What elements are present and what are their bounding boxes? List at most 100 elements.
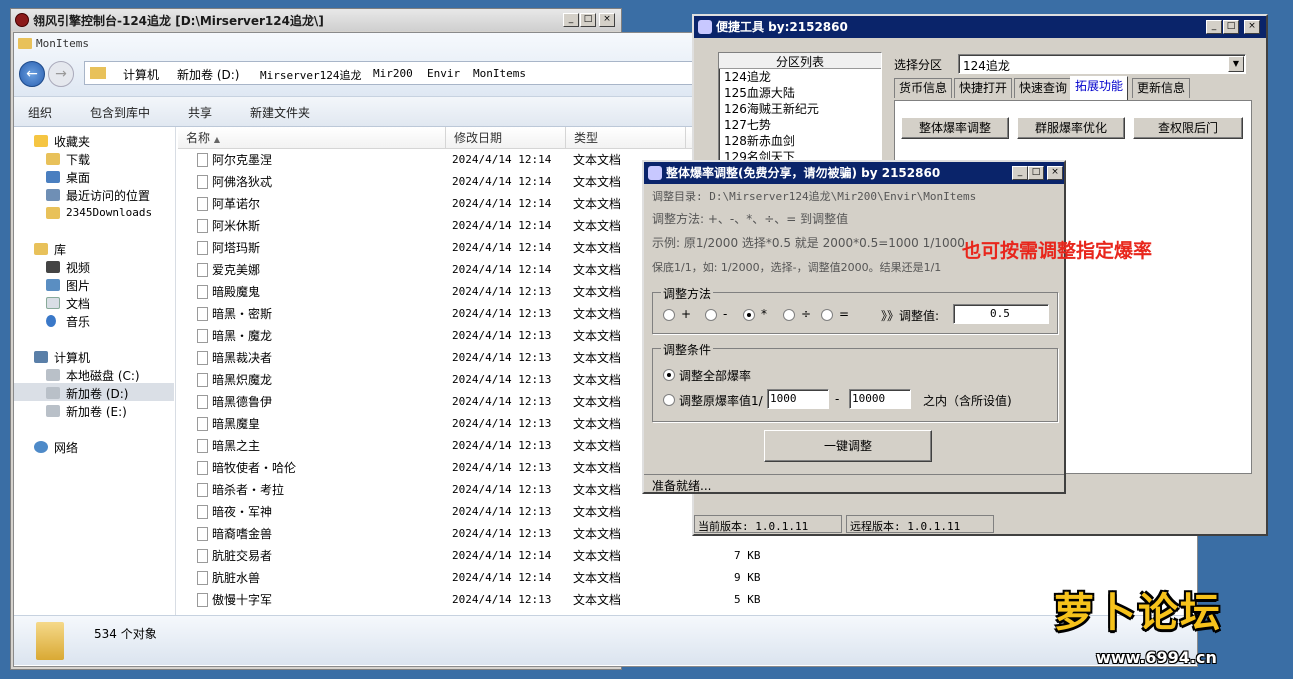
version-bar: 当前版本: 1.0.1.11 远程版本: 1.0.1.11	[694, 514, 1266, 534]
cond-range-label: 调整原爆率值1/	[679, 394, 763, 408]
breadcrumb-computer[interactable]: 计算机	[123, 66, 159, 83]
value-input[interactable]: 0.5	[953, 304, 1049, 324]
file-date: 2024/4/14 12:13	[452, 483, 552, 496]
close-button[interactable]: ×	[1047, 166, 1063, 180]
maximize-button[interactable]: □	[1223, 20, 1239, 34]
nav-music[interactable]: 音乐	[66, 313, 90, 330]
tab-updates[interactable]: 更新信息	[1132, 78, 1191, 98]
partition-item[interactable]: 126海贼王新纪元	[719, 101, 881, 117]
file-name: 暗裔嗜金兽	[212, 527, 273, 541]
nav-disk-c[interactable]: 本地磁盘 (C:)	[66, 367, 140, 384]
one-click-adjust-button[interactable]: 一键调整	[764, 430, 932, 462]
op-equals-radio[interactable]	[821, 309, 833, 321]
minimize-button[interactable]: _	[563, 13, 579, 27]
breadcrumb-disk-d[interactable]: 新加卷 (D:)	[177, 66, 239, 83]
partition-select[interactable]: 124追龙 ▼	[958, 54, 1246, 74]
partition-item[interactable]: 127七势	[719, 117, 881, 133]
partition-item[interactable]: 124追龙	[719, 69, 881, 85]
nav-disk-d[interactable]: 新加卷 (D:)	[66, 385, 128, 402]
breadcrumb-envir[interactable]: Envir	[427, 67, 460, 80]
nav-docs[interactable]: 文档	[66, 295, 90, 312]
maximize-button[interactable]: □	[1028, 166, 1044, 180]
share-menu[interactable]: 共享	[188, 104, 212, 121]
cond-range-radio[interactable]	[663, 394, 675, 406]
chevron-down-icon[interactable]: ▼	[1228, 56, 1244, 72]
include-library-menu[interactable]: 包含到库中	[90, 104, 150, 121]
cond-all-radio[interactable]	[663, 369, 675, 381]
nav-computer[interactable]: 计算机	[54, 349, 90, 366]
partition-list[interactable]: 分区列表 124追龙 125血源大陆 126海贼王新纪元 127七势 128新赤血剑 12…	[718, 52, 882, 164]
nav-videos[interactable]: 视频	[66, 259, 90, 276]
maximize-button[interactable]: □	[580, 13, 596, 27]
tab-currency[interactable]: 货币信息	[894, 78, 953, 98]
op-plus-radio[interactable]	[663, 309, 675, 321]
nav-libraries[interactable]: 库	[54, 241, 66, 258]
minimize-button[interactable]: _	[1012, 166, 1028, 180]
file-size: 5 KB	[734, 593, 761, 606]
tool-app-icon	[648, 166, 662, 180]
file-date: 2024/4/14 12:13	[452, 439, 552, 452]
drive-icon	[46, 369, 60, 381]
tools-title: 便捷工具 by:2152860	[716, 20, 848, 34]
column-header-date[interactable]: 修改日期	[446, 127, 566, 149]
breadcrumb-mirserver[interactable]: Mirserver124追龙	[260, 67, 361, 83]
forward-button[interactable]: →	[48, 61, 74, 87]
tab-extensions[interactable]: 拓展功能	[1070, 76, 1129, 100]
check-backdoor-button[interactable]: 查权限后门	[1133, 117, 1243, 139]
column-header-name[interactable]: 名称 ▲	[178, 127, 446, 149]
status-bar: 534 个对象	[14, 615, 1197, 665]
folder-icon	[46, 207, 60, 219]
adjust-title-bar[interactable]: 整体爆率调整(免费分享，请勿被骗) by 2152860	[644, 162, 1064, 184]
partition-list-header: 分区列表	[719, 53, 881, 69]
adjust-status-bar: 准备就绪...	[644, 474, 1064, 493]
close-button[interactable]: ×	[1244, 20, 1260, 34]
op-minus-radio[interactable]	[705, 309, 717, 321]
minimize-button[interactable]: _	[1206, 20, 1222, 34]
file-date: 2024/4/14 12:13	[452, 373, 552, 386]
forum-watermark: 萝卜论坛 www.6994.cn	[1040, 578, 1288, 674]
range-to-input[interactable]: 10000	[849, 389, 911, 409]
partition-item[interactable]: 128新赤血剑	[719, 133, 881, 149]
remote-version: 远程版本: 1.0.1.11	[846, 515, 994, 533]
nav-disk-e[interactable]: 新加卷 (E:)	[66, 403, 127, 420]
partition-item[interactable]: 125血源大陆	[719, 85, 881, 101]
file-name: 暗黑裁决者	[212, 351, 273, 365]
organize-menu[interactable]: 组织	[28, 104, 52, 121]
explorer-title-bar[interactable]: 翎风引擎控制台-124追龙 [D:\Mirserver124追龙\] _ □ ×	[11, 9, 621, 31]
range-from-input[interactable]: 1000	[767, 389, 829, 409]
overall-rate-button[interactable]: 整体爆率调整	[901, 117, 1009, 139]
picture-icon	[46, 279, 60, 291]
new-folder-button[interactable]: 新建文件夹	[250, 104, 310, 121]
nav-2345downloads[interactable]: 2345Downloads	[66, 206, 152, 219]
nav-network[interactable]: 网络	[54, 439, 78, 456]
file-type: 文本文档	[573, 175, 622, 189]
column-header-type[interactable]: 类型	[566, 127, 686, 149]
file-date: 2024/4/14 12:13	[452, 527, 552, 540]
breadcrumb-monitems[interactable]: MonItems	[473, 67, 526, 80]
text-file-icon	[197, 571, 208, 585]
file-type: 文本文档	[573, 263, 622, 277]
file-date: 2024/4/14 12:13	[452, 285, 552, 298]
drive-icon	[46, 387, 60, 399]
nav-desktop[interactable]: 桌面	[66, 169, 90, 186]
explorer-title: 翎风引擎控制台-124追龙 [D:\Mirserver124追龙\]	[33, 14, 324, 28]
nav-pictures[interactable]: 图片	[66, 277, 90, 294]
current-version: 当前版本: 1.0.1.11	[694, 515, 842, 533]
back-button[interactable]: ←	[19, 61, 45, 87]
breadcrumb-mir200[interactable]: Mir200	[373, 67, 413, 80]
tab-quick-query[interactable]: 快速查询	[1014, 78, 1073, 98]
group-rate-optimize-button[interactable]: 群服爆率优化	[1017, 117, 1125, 139]
file-row[interactable]: 肮脏交易者 2024/4/14 12:14 文本文档 7 KB	[192, 545, 1192, 567]
file-name: 暗黑之主	[212, 439, 261, 453]
nav-recent[interactable]: 最近访问的位置	[66, 187, 150, 204]
text-file-icon	[197, 395, 208, 409]
file-type: 文本文档	[573, 527, 622, 541]
op-multiply-radio[interactable]	[743, 309, 755, 321]
close-button[interactable]: ×	[599, 13, 615, 27]
op-divide-radio[interactable]	[783, 309, 795, 321]
tab-quick-open[interactable]: 快捷打开	[954, 78, 1013, 98]
op-plus-label: +	[681, 307, 692, 321]
tools-title-bar[interactable]: 便捷工具 by:2152860	[694, 16, 1266, 38]
nav-favorites[interactable]: 收藏夹	[54, 133, 90, 150]
nav-downloads[interactable]: 下载	[66, 151, 90, 168]
